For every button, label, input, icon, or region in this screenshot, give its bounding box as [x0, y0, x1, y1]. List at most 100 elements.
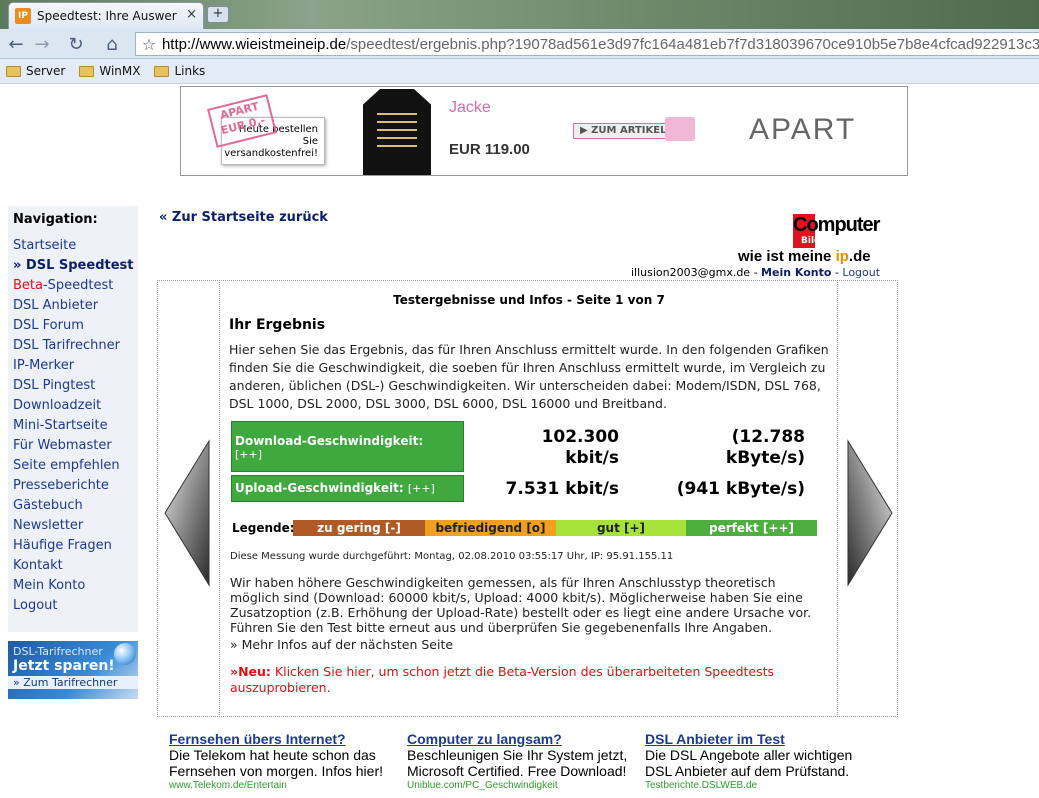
ad-title[interactable]: DSL Anbieter im Test	[645, 731, 873, 747]
banner-brand: APART	[749, 113, 857, 146]
new-tab-button[interactable]: +	[207, 6, 229, 23]
logo-computer-text: Computer	[793, 214, 880, 236]
tab-speedtest[interactable]: IP Speedtest: Ihre Auswertu... ×	[8, 2, 204, 29]
nav-item-ip-merker[interactable]: IP-Merker	[13, 356, 138, 376]
legend-label: Legende:	[232, 521, 295, 535]
banner-button[interactable]: ▶ ZUM ARTIKEL	[573, 123, 669, 139]
upload-label: Upload-Geschwindigkeit:	[235, 481, 404, 495]
folder-icon	[6, 65, 21, 77]
ad-url[interactable]: Uniblue.com/PC_Geschwindigkeit	[407, 780, 635, 791]
nav-item-dsl-pingtest[interactable]: DSL Pingtest	[13, 376, 138, 396]
nav-item-fuer-webmaster[interactable]: Für Webmaster	[13, 436, 138, 456]
ad-text: Beschleunigen Sie Ihr System jetzt, Micr…	[407, 747, 628, 779]
shopping-bag-icon	[665, 117, 695, 141]
previous-page-arrow-icon[interactable]	[163, 439, 211, 587]
upload-rating: [++]	[407, 482, 435, 495]
url-domain: http://www.wieistmeineip.de	[161, 35, 347, 53]
nav-item-newsletter[interactable]: Newsletter	[13, 516, 138, 536]
speed-notice: Wir haben höhere Geschwindigkeiten gemes…	[230, 575, 812, 635]
more-info-link[interactable]: » Mehr Infos auf der nächsten Seite	[230, 637, 453, 652]
download-kbyte-value: (12.788	[731, 427, 805, 447]
download-label: Download-Geschwindigkeit:	[235, 434, 424, 448]
nav-item-dsl-speedtest[interactable]: » DSL Speedtest	[13, 256, 138, 276]
ad-title[interactable]: Fernsehen übers Internet?	[169, 731, 397, 747]
nav-item-dsl-anbieter[interactable]: DSL Anbieter	[13, 296, 138, 316]
separator: -	[831, 266, 843, 279]
address-bar[interactable]: ☆ http://www.wieistmeineip.de/speedtest/…	[135, 32, 1039, 56]
ad-title[interactable]: Computer zu langsam?	[407, 731, 635, 747]
nav-heading: Navigation:	[13, 212, 98, 227]
ad-url[interactable]: Testberichte.DSLWEB.de	[645, 780, 873, 791]
download-kbit-unit: kbit/s	[565, 448, 619, 468]
nav-item-haeufige-fragen[interactable]: Häufige Fragen	[13, 536, 138, 556]
result-heading: Ihr Ergebnis	[229, 317, 326, 333]
logo-word: wie	[738, 248, 767, 265]
download-kbit-value: 102.300	[541, 427, 619, 447]
nav-item-startseite[interactable]: Startseite	[13, 236, 138, 256]
speedtest-label: -Speedtest	[42, 278, 114, 293]
promo-link[interactable]: » Zum Tarifrechner	[8, 676, 138, 689]
nav-item-seite-empfehlen[interactable]: Seite empfehlen	[13, 456, 138, 476]
logo-bild-text: Bild	[801, 236, 821, 246]
rating-legend: Legende: zu gering [-] befriedigend [o] …	[229, 519, 817, 537]
tab-title: Speedtest: Ihre Auswertu...	[37, 9, 177, 23]
url-text: http://www.wieistmeineip.de/speedtest/er…	[162, 36, 1039, 53]
upload-kbyte: (941 kByte/s)	[676, 479, 805, 499]
ad-telekom[interactable]: Fernsehen übers Internet? Die Telekom ha…	[169, 731, 397, 791]
download-kbyte-unit: kByte/s)	[725, 448, 805, 468]
ad-url[interactable]: www.Telekom.de/Entertain	[169, 780, 397, 791]
logo-word-ip: ip	[835, 248, 849, 265]
logo-word: ist	[766, 248, 789, 265]
bookmark-links[interactable]: Links	[154, 64, 205, 78]
bookmark-label: WinMX	[99, 64, 141, 78]
legend-too-low: zu gering [-]	[293, 520, 425, 536]
download-label-cell: Download-Geschwindigkeit: [++]	[231, 421, 464, 472]
nav-item-dsl-forum[interactable]: DSL Forum	[13, 316, 138, 336]
nav-item-gaestebuch[interactable]: Gästebuch	[13, 496, 138, 516]
result-page-title: Testergebnisse und Infos - Seite 1 von 7	[393, 293, 665, 307]
apart-banner-ad[interactable]: Heute bestellen Sie versandkostenfrei! A…	[180, 86, 908, 176]
download-rating: [++]	[235, 448, 263, 461]
site-logo: wie ist meine ip.de	[738, 248, 871, 265]
my-account-link[interactable]: Mein Konto	[761, 266, 831, 279]
nav-item-presseberichte[interactable]: Presseberichte	[13, 476, 138, 496]
nav-item-mini-startseite[interactable]: Mini-Startseite	[13, 416, 138, 436]
beta-prefix: »Neu:	[230, 664, 271, 679]
result-intro: Hier sehen Sie das Ergebnis, das für Ihr…	[229, 342, 829, 411]
result-content: Testergebnisse und Infos - Seite 1 von 7…	[229, 284, 829, 413]
jacket-image	[363, 89, 431, 175]
ad-dslweb[interactable]: DSL Anbieter im Test Die DSL Angebote al…	[645, 731, 873, 791]
ad-text: Die Telekom hat heute schon das Fernsehe…	[169, 747, 384, 779]
banner-price: EUR 119.00	[449, 141, 530, 158]
bookmark-server[interactable]: Server	[6, 64, 65, 78]
tarifrechner-promo[interactable]: DSL-Tarifrechner Jetzt sparen! » Zum Tar…	[8, 641, 138, 699]
forward-arrow-icon[interactable]: →	[30, 32, 54, 56]
next-page-arrow-icon[interactable]	[846, 439, 894, 587]
bookmark-winmx[interactable]: WinMX	[79, 64, 140, 78]
nav-item-logout[interactable]: Logout	[13, 596, 138, 616]
logo-word: meine	[788, 248, 836, 265]
nav-item-kontakt[interactable]: Kontakt	[13, 556, 138, 576]
logout-link[interactable]: Logout	[842, 266, 880, 279]
home-icon[interactable]: ⌂	[100, 32, 124, 56]
globe-icon	[114, 643, 136, 665]
ad-uniblue[interactable]: Computer zu langsam? Beschleunigen Sie I…	[407, 731, 635, 791]
user-account-line: illusion2003@gmx.de - Mein Konto - Logou…	[631, 266, 880, 279]
logo-word: .de	[848, 248, 871, 265]
nav-item-dsl-tarifrechner[interactable]: DSL Tarifrechner	[13, 336, 138, 356]
bookmark-label: Server	[26, 64, 66, 78]
back-arrow-icon[interactable]: ←	[4, 32, 28, 56]
beta-version-link[interactable]: »Neu: Klicken Sie hier, um schon jetzt d…	[230, 664, 824, 696]
nav-item-mein-konto[interactable]: Mein Konto	[13, 576, 138, 596]
user-email: illusion2003@gmx.de	[631, 266, 751, 279]
download-kbit: 102.300 kbit/s	[479, 427, 619, 469]
back-to-home-link[interactable]: « Zur Startseite zurück	[159, 210, 328, 225]
close-icon[interactable]: ×	[186, 7, 197, 22]
tab-strip: IP Speedtest: Ihre Auswertu... × +	[0, 0, 1039, 29]
reload-icon[interactable]: ↻	[64, 32, 88, 56]
folder-icon	[154, 65, 170, 77]
legend-satisfactory: befriedigend [o]	[425, 520, 556, 536]
nav-item-downloadzeit[interactable]: Downloadzeit	[13, 396, 138, 416]
bookmark-star-icon[interactable]: ☆	[136, 35, 162, 54]
nav-item-beta-speedtest[interactable]: Beta-Speedtest	[13, 276, 138, 296]
